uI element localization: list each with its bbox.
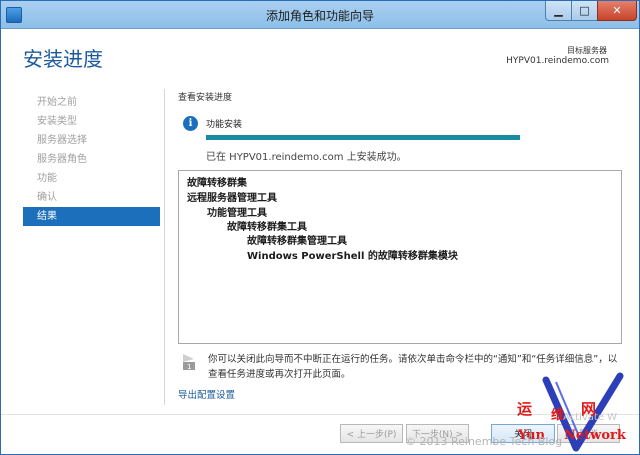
progress-bar bbox=[206, 135, 520, 140]
wizard-nav: 开始之前 安装类型 服务器选择 服务器角色 功能 确认 结果 bbox=[23, 93, 160, 226]
nav-item-before-you-begin: 开始之前 bbox=[37, 97, 77, 108]
result-item: 故障转移群集管理工具 bbox=[247, 236, 347, 247]
next-button[interactable]: 下一步(N) > bbox=[406, 424, 469, 443]
nav-divider bbox=[164, 89, 165, 405]
window-title: 添加角色和功能向导 bbox=[265, 9, 374, 23]
page-title: 安装进度 bbox=[23, 47, 103, 71]
title-bar[interactable]: 添加角色和功能向导 ▁ □ ✕ bbox=[1, 1, 639, 29]
nav-item-features: 功能 bbox=[37, 173, 57, 184]
footer-divider bbox=[1, 414, 639, 415]
maximize-button[interactable]: □ bbox=[571, 1, 598, 21]
result-item: 故障转移群集工具 bbox=[227, 222, 307, 233]
feature-installation-label: 功能安装 bbox=[206, 120, 243, 130]
nav-item-server-roles: 服务器角色 bbox=[37, 154, 87, 165]
result-item: Windows PowerShell 的故障转移群集模块 bbox=[247, 251, 458, 262]
result-item: 故障转移群集 bbox=[187, 178, 247, 189]
info-icon: i bbox=[183, 116, 198, 131]
nav-item-results[interactable]: 结果 bbox=[23, 207, 160, 226]
export-configuration-link[interactable]: 导出配置设置 bbox=[178, 387, 235, 401]
flag-icon: 1 bbox=[183, 354, 195, 371]
result-item: 功能管理工具 bbox=[207, 208, 267, 219]
nav-item-confirmation: 确认 bbox=[37, 192, 57, 203]
cancel-button[interactable]: 取消 bbox=[557, 424, 620, 443]
previous-button[interactable]: < 上一步(P) bbox=[340, 424, 403, 443]
section-title: 查看安装进度 bbox=[178, 93, 233, 103]
close-window-button[interactable]: ✕ bbox=[597, 1, 637, 21]
nav-item-installation-type: 安装类型 bbox=[37, 116, 77, 127]
wizard-window: 添加角色和功能向导 ▁ □ ✕ 安装进度 目标服务器 HYPV01.reinde… bbox=[0, 0, 640, 455]
close-wizard-note: 你可以关闭此向导而不中断正在运行的任务。请依次单击命令栏中的“通知”和“任务详细… bbox=[208, 354, 618, 380]
close-button[interactable]: 关闭 bbox=[491, 424, 555, 443]
minimize-button[interactable]: ▁ bbox=[545, 1, 572, 21]
install-status: 已在 HYPV01.reindemo.com 上安装成功。 bbox=[206, 152, 407, 163]
results-list[interactable]: 故障转移群集 远程服务器管理工具 功能管理工具 故障转移群集工具 故障转移群集管… bbox=[178, 170, 622, 344]
nav-item-server-selection: 服务器选择 bbox=[37, 135, 87, 146]
progress-fill bbox=[206, 135, 520, 140]
svg-text:1: 1 bbox=[187, 363, 191, 371]
target-server-label: 目标服务器 bbox=[567, 46, 607, 55]
target-server-name: HYPV01.reindemo.com bbox=[506, 56, 609, 66]
result-item: 远程服务器管理工具 bbox=[187, 193, 277, 204]
